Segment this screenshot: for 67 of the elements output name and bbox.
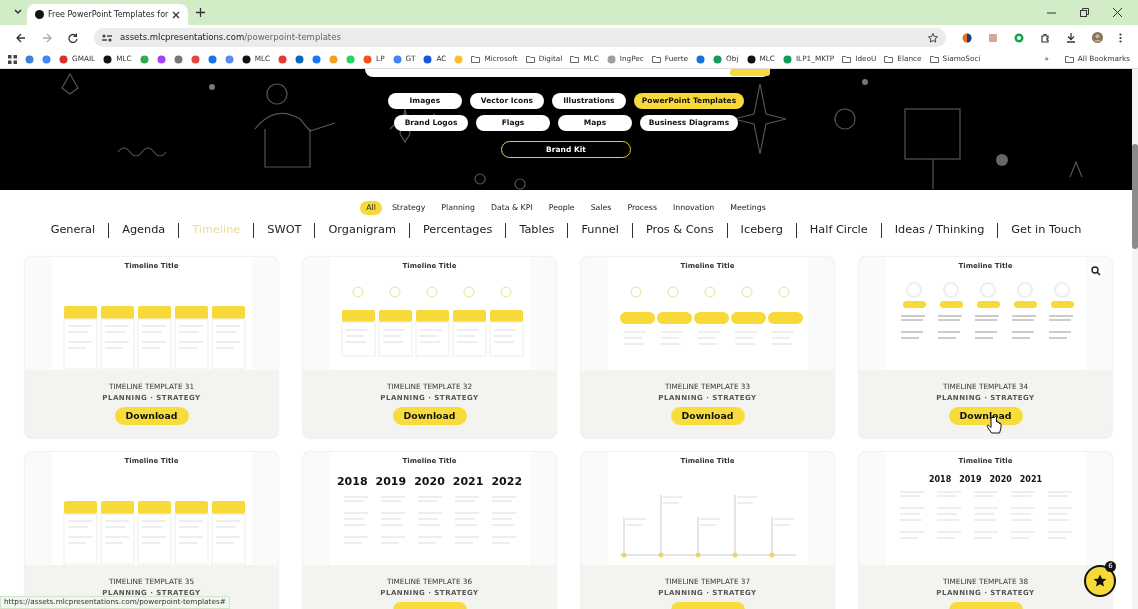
year-label: 2019 bbox=[959, 474, 982, 487]
folder-icon bbox=[929, 54, 939, 64]
section-link[interactable]: Half Circle bbox=[809, 221, 868, 239]
site-icon bbox=[103, 54, 113, 64]
year-label: 2018 bbox=[928, 474, 952, 487]
site-icon bbox=[392, 54, 402, 64]
year-label: 2021 bbox=[1019, 474, 1043, 487]
folder-icon bbox=[525, 54, 535, 64]
section-link[interactable]: Get in Touch bbox=[1011, 221, 1082, 239]
folder-icon bbox=[884, 54, 894, 64]
download-button[interactable]: Download bbox=[392, 407, 467, 426]
section-link[interactable]: Organigram bbox=[328, 221, 396, 239]
forward-icon[interactable] bbox=[42, 32, 52, 43]
close-icon[interactable] bbox=[172, 10, 181, 19]
folder-icon bbox=[651, 54, 661, 64]
folder-icon bbox=[1064, 54, 1074, 64]
apps-grid-icon[interactable] bbox=[8, 54, 17, 64]
download-icon[interactable] bbox=[1066, 32, 1076, 43]
section-link[interactable]: Pros & Cons bbox=[645, 221, 714, 239]
site-icon bbox=[713, 54, 723, 64]
tab-list-icon[interactable] bbox=[13, 7, 23, 17]
download-button[interactable]: Download bbox=[948, 407, 1023, 426]
download-button[interactable]: Download bbox=[114, 407, 189, 426]
section-link[interactable]: General bbox=[50, 221, 96, 239]
tab-title: Free PowerPoint Templates for bbox=[48, 8, 169, 21]
bookmark-icon[interactable] bbox=[696, 54, 706, 64]
browser-tab[interactable]: Free PowerPoint Templates for bbox=[27, 4, 189, 25]
menu-icon[interactable] bbox=[1119, 32, 1122, 43]
site-icon bbox=[782, 54, 792, 64]
section-link[interactable]: Percentages bbox=[422, 221, 493, 239]
site-icon bbox=[59, 54, 68, 64]
section-link[interactable]: SWOT bbox=[267, 221, 302, 239]
site-icon bbox=[423, 54, 433, 64]
url-text: assets.mlcpresentations.com/powerpoint-templates bbox=[120, 31, 341, 44]
section-link[interactable]: Iceberg bbox=[740, 221, 783, 239]
site-icon bbox=[35, 10, 44, 19]
profile-avatar-icon[interactable] bbox=[1092, 32, 1103, 43]
site-info-icon[interactable] bbox=[102, 33, 112, 42]
close-icon[interactable] bbox=[1113, 8, 1122, 17]
folder-icon bbox=[471, 54, 481, 64]
site-icon bbox=[241, 54, 251, 64]
folder-icon bbox=[570, 54, 580, 64]
scrollbar[interactable] bbox=[1132, 69, 1138, 609]
reload-icon[interactable] bbox=[68, 32, 78, 43]
download-button[interactable]: Download bbox=[670, 407, 745, 426]
section-link[interactable]: Tables bbox=[519, 221, 555, 239]
section-link[interactable]: Ideas / Thinking bbox=[894, 221, 985, 239]
section-link[interactable]: Funnel bbox=[581, 221, 619, 239]
year-label: 2022 bbox=[491, 474, 523, 491]
new-tab-icon[interactable] bbox=[196, 8, 206, 17]
site-icon bbox=[363, 54, 373, 64]
restore-icon[interactable] bbox=[1080, 8, 1089, 17]
folder-icon bbox=[842, 54, 852, 64]
site-icon bbox=[746, 54, 756, 64]
section-link[interactable]: Agenda bbox=[122, 221, 166, 239]
extension-icon[interactable] bbox=[962, 32, 972, 43]
year-label: 2021 bbox=[452, 474, 484, 491]
site-icon bbox=[606, 54, 616, 64]
year-label: 2019 bbox=[375, 474, 407, 491]
star-icon bbox=[1093, 574, 1107, 588]
bookmark-star-icon[interactable] bbox=[928, 32, 938, 43]
address-bar[interactable]: assets.mlcpresentations.com/powerpoint-templates bbox=[94, 28, 946, 47]
back-icon[interactable] bbox=[16, 32, 26, 43]
year-label: 2018 bbox=[336, 474, 368, 491]
extensions-icon[interactable] bbox=[1040, 32, 1050, 43]
year-label: 2020 bbox=[989, 474, 1012, 487]
year-label: 2020 bbox=[414, 474, 445, 491]
